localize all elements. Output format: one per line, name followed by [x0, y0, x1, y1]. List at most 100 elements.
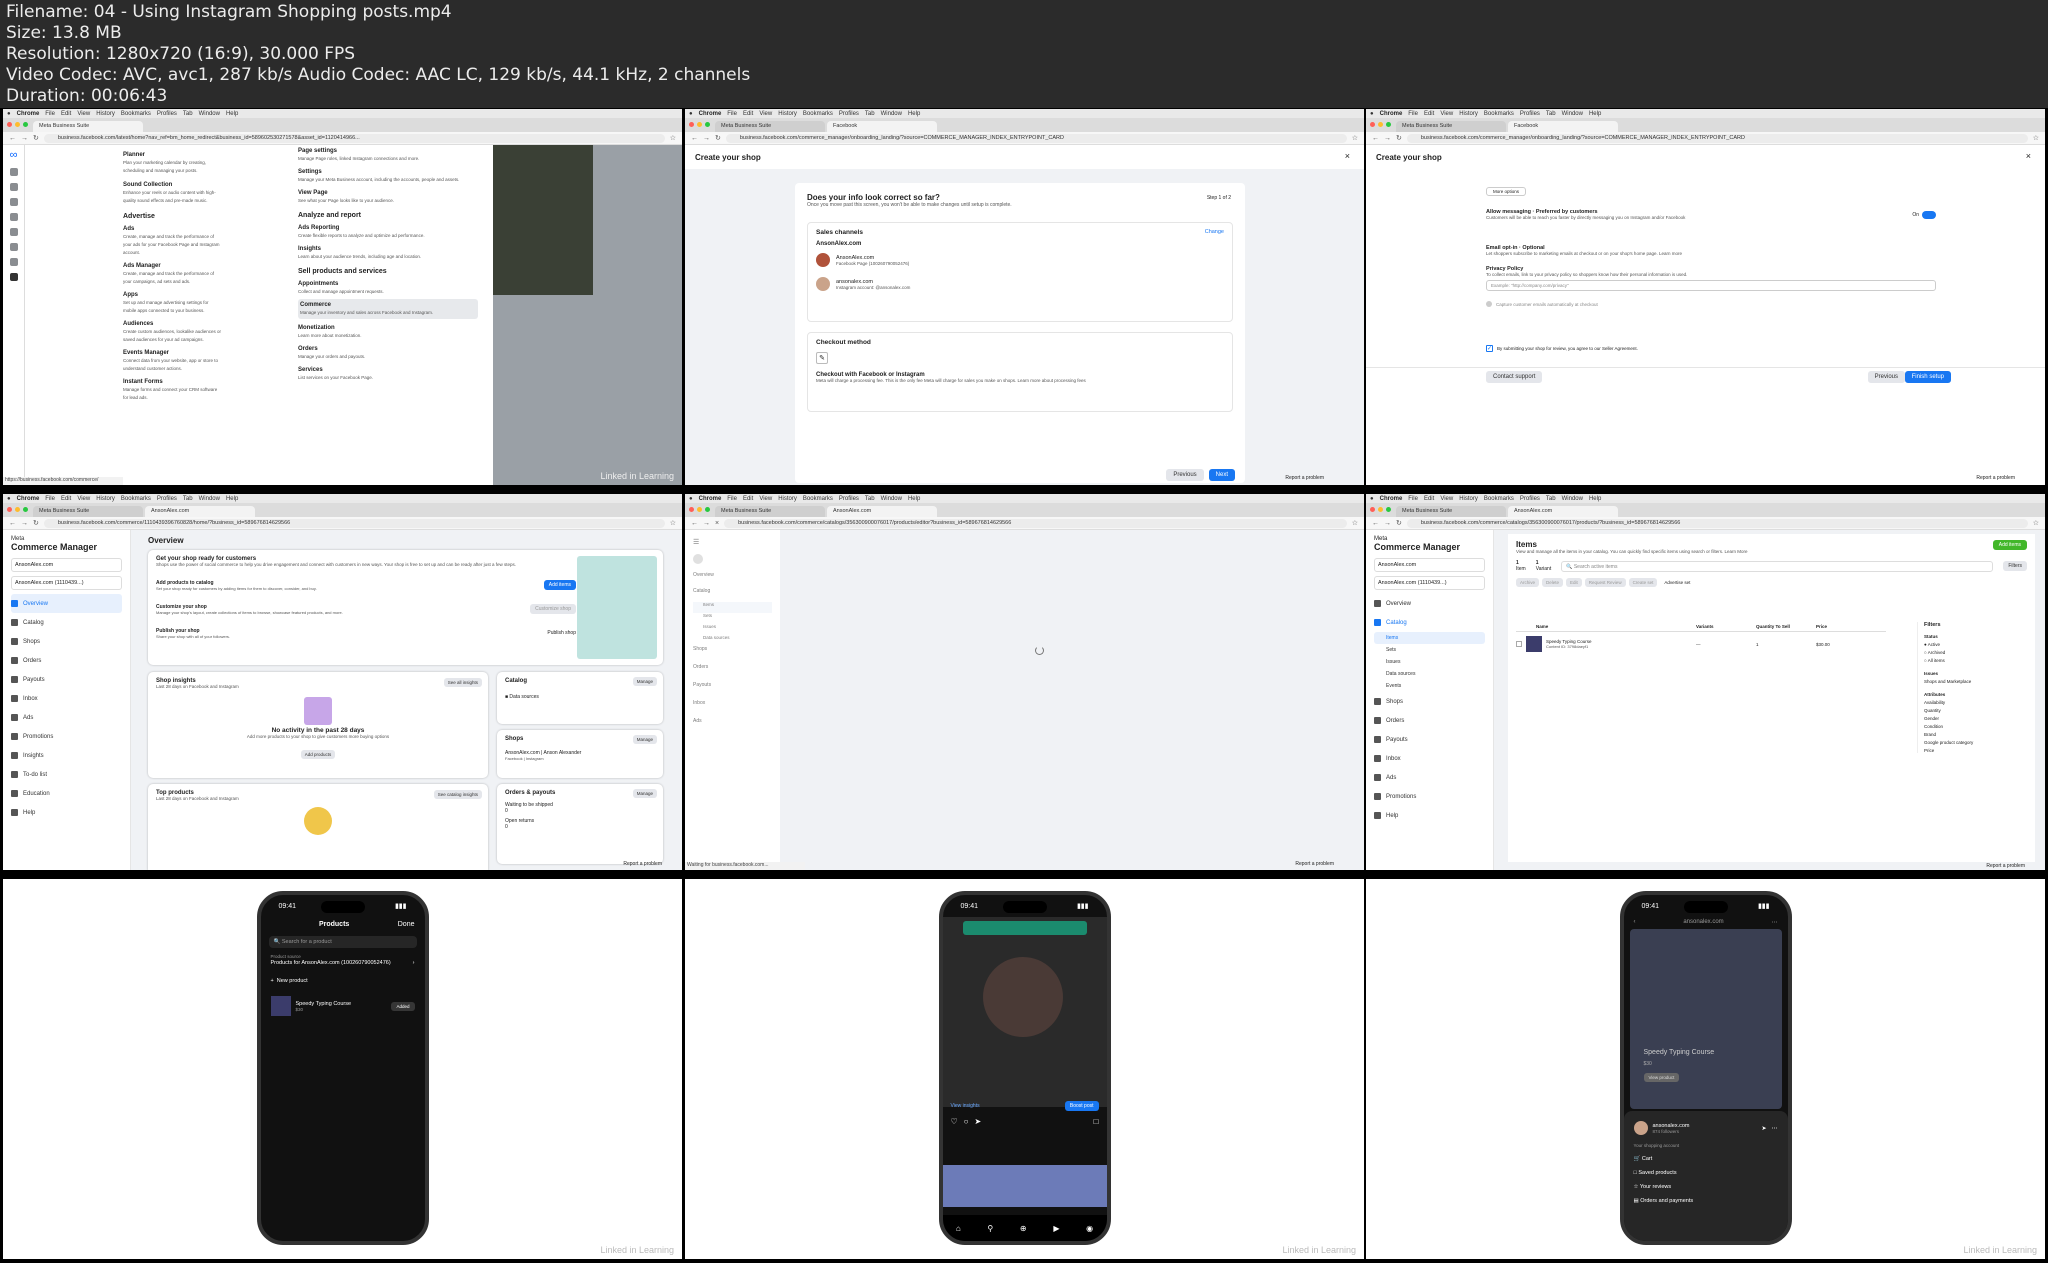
see-all-insights-button[interactable]: See all insights [443, 678, 482, 687]
data-sources-row[interactable]: ■ Data sources [505, 694, 655, 700]
tool-services[interactable]: Services [298, 366, 478, 374]
nav-payouts[interactable]: Payouts [1374, 730, 1485, 749]
reels-icon[interactable]: ▶ [1053, 1224, 1059, 1233]
nav-data-sources[interactable]: Data sources [693, 635, 772, 646]
insights-icon[interactable] [9, 258, 18, 266]
report-problem[interactable]: Report a problem [1976, 475, 2015, 481]
filters-button[interactable]: Filters [2003, 561, 2027, 571]
nav-education[interactable]: Education [11, 784, 122, 803]
attr-availability[interactable]: Availability [1924, 700, 2027, 705]
shop-select[interactable]: AnsonAlex.com (1110439...) [11, 576, 122, 590]
close-load-icon[interactable]: × [715, 520, 719, 527]
tool-commerce[interactable]: Commerce [300, 301, 476, 309]
menu-view[interactable]: View [759, 111, 772, 117]
nav-catalog[interactable]: Catalog [693, 588, 772, 602]
edit-button[interactable]: Edit [1566, 578, 1582, 587]
report-problem[interactable]: Report a problem [1285, 475, 1324, 481]
tab-ansonalex[interactable]: AnsonAlex.com [145, 506, 255, 517]
window-controls[interactable] [689, 122, 710, 127]
menu-edit[interactable]: Edit [61, 111, 71, 117]
nav-catalog[interactable]: Catalog [11, 613, 122, 632]
tab-ansonalex[interactable]: AnsonAlex.com [1508, 506, 1618, 517]
capture-emails-toggle[interactable] [1486, 301, 1492, 307]
nav-promotions[interactable]: Promotions [11, 727, 122, 746]
menu-file[interactable]: File [45, 496, 55, 502]
url-field[interactable]: business.facebook.com/commerce/catalogs/… [1406, 518, 2028, 528]
content-icon[interactable] [9, 198, 18, 206]
notifications-icon[interactable] [9, 183, 18, 191]
menu-profiles[interactable]: Profiles [1520, 496, 1540, 502]
search-items-input[interactable]: 🔍 Search active items [1561, 560, 1994, 572]
more-icon[interactable]: ⋯ [1772, 1125, 1778, 1132]
bookmark-star-icon[interactable]: ☆ [1352, 519, 1358, 527]
profile-icon[interactable]: ◉ [1086, 1224, 1093, 1233]
bookmark-star-icon[interactable]: ☆ [670, 519, 676, 527]
agree-checkbox[interactable]: ✓ [1486, 345, 1493, 352]
back-icon[interactable]: ← [691, 520, 698, 527]
menu-profiles[interactable]: Profiles [839, 111, 859, 117]
nav-sets[interactable]: Sets [1374, 644, 1485, 656]
menu-help[interactable]: Help [1589, 496, 1601, 502]
account-select[interactable]: AnsonAlex.com [1374, 558, 1485, 572]
reload-icon[interactable]: ↻ [33, 134, 39, 142]
advertise-set-button[interactable]: Advertise set [1660, 578, 1694, 587]
done-button[interactable]: Done [398, 921, 415, 928]
change-link[interactable]: Change [1205, 229, 1224, 235]
nav-help[interactable]: Help [11, 803, 122, 822]
account-select[interactable]: AnsonAlex.com [11, 558, 122, 572]
forward-icon[interactable]: → [21, 135, 28, 142]
menu-help[interactable]: Help [226, 496, 238, 502]
menu-edit[interactable]: Edit [61, 496, 71, 502]
tool-orders[interactable]: Orders [298, 345, 478, 353]
table-row[interactable]: Speedy Typing Course Content ID: 3798daey… [1516, 632, 1886, 656]
menu-history[interactable]: History [96, 496, 115, 502]
nav-shops[interactable]: Shops [11, 632, 122, 651]
menu-tab[interactable]: Tab [1546, 111, 1556, 117]
tool-commerce-highlight[interactable]: Commerce Manage your inventory and sales… [298, 299, 478, 319]
url-field[interactable]: business.facebook.com/commerce_manager/o… [1406, 133, 2028, 143]
menu-your-reviews[interactable]: ☆ Your reviews [1634, 1184, 1778, 1190]
window-controls[interactable] [1370, 122, 1391, 127]
create-icon[interactable]: ⊕ [1020, 1224, 1027, 1233]
nav-shops[interactable]: Shops [693, 646, 772, 664]
menu-profiles[interactable]: Profiles [839, 496, 859, 502]
report-problem[interactable]: Report a problem [1295, 861, 1334, 867]
menu-help[interactable]: Help [1589, 111, 1601, 117]
back-icon[interactable]: ← [1372, 520, 1379, 527]
next-button[interactable]: Next [1208, 469, 1235, 481]
menu-history[interactable]: History [1459, 496, 1478, 502]
forward-icon[interactable]: → [21, 520, 28, 527]
nav-items[interactable]: Items [1374, 632, 1485, 644]
menu-file[interactable]: File [1408, 111, 1418, 117]
nav-issues[interactable]: Issues [693, 624, 772, 635]
menu-help[interactable]: Help [908, 496, 920, 502]
publish-shop-button[interactable]: Publish shop [547, 630, 576, 636]
menu-window[interactable]: Window [199, 111, 220, 117]
report-problem[interactable]: Report a problem [1986, 863, 2025, 869]
menu-edit[interactable]: Edit [1424, 496, 1434, 502]
bookmark-star-icon[interactable]: ☆ [2033, 134, 2039, 142]
new-product-button[interactable]: + New product [271, 978, 415, 984]
back-icon[interactable]: ← [1372, 135, 1379, 142]
inbox-icon[interactable] [9, 213, 18, 221]
tab-facebook[interactable]: Facebook [1508, 121, 1618, 132]
nav-promotions[interactable]: Promotions [1374, 787, 1485, 806]
tab-meta-business-suite[interactable]: Meta Business Suite [715, 121, 825, 132]
nav-inbox[interactable]: Inbox [11, 689, 122, 708]
bookmark-star-icon[interactable]: ☆ [2033, 519, 2039, 527]
save-bookmark-icon[interactable]: □ [1094, 1117, 1099, 1126]
nav-orders[interactable]: Orders [11, 651, 122, 670]
nav-sets[interactable]: Sets [693, 613, 772, 624]
nav-ads[interactable]: Ads [693, 718, 772, 736]
close-icon[interactable]: × [1345, 151, 1350, 161]
nav-insights[interactable]: Insights [11, 746, 122, 765]
menu-orders-payments[interactable]: ▤ Orders and payments [1634, 1198, 1778, 1204]
home-icon[interactable] [9, 168, 18, 176]
window-controls[interactable] [7, 507, 28, 512]
tab-meta-business-suite[interactable]: Meta Business Suite [33, 121, 143, 132]
tab-meta-business-suite[interactable]: Meta Business Suite [1396, 121, 1506, 132]
url-field[interactable]: business.facebook.com/commerce/111043939… [43, 518, 665, 528]
nav-items[interactable]: Items [693, 602, 772, 613]
tab-meta-business-suite[interactable]: Meta Business Suite [715, 506, 825, 517]
tool-page-settings[interactable]: Page settings [298, 147, 478, 155]
